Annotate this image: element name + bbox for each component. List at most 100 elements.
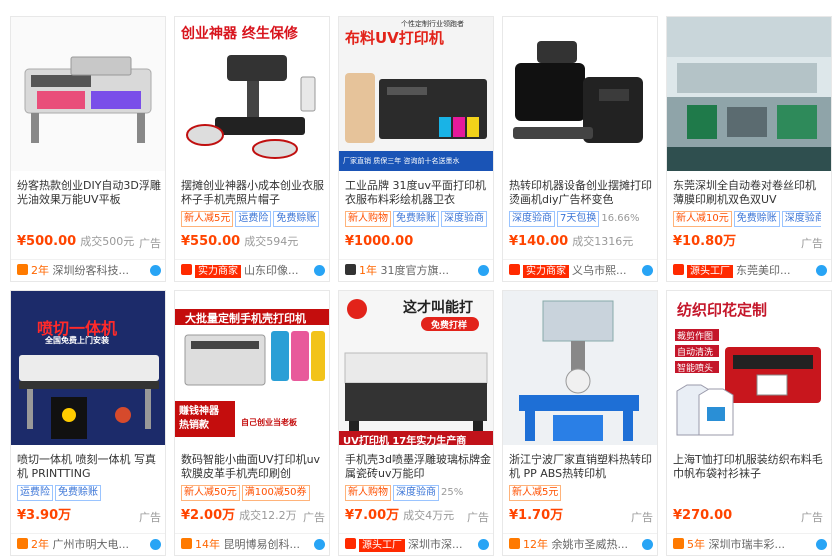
shop-row[interactable]: 5年 深圳市瑞丰彩... <box>667 533 831 555</box>
price: ¥1000.00 <box>345 234 414 249</box>
shop-row[interactable]: 1年 31度官方旗... <box>339 259 493 281</box>
product-card[interactable]: 布料UV打印机 个性定制行业领跑者 厂家直销 质保三年 咨询前十名送墨水 工业品… <box>338 16 494 282</box>
heat-press-illustration <box>186 55 316 159</box>
shop-row[interactable]: 12年 余姚市圣威热... <box>503 533 657 555</box>
shop-name[interactable]: 东莞美印... <box>736 264 791 277</box>
repeat-rate: 16.66% <box>601 213 640 224</box>
shop-row[interactable]: 实力商家 义乌市熙... <box>503 259 657 281</box>
wangwang-chat-icon[interactable] <box>816 539 827 550</box>
wangwang-chat-icon[interactable] <box>478 539 489 550</box>
repeat-rate: 25% <box>441 487 464 498</box>
product-image[interactable]: 喷切一体机 全国免费上门安装 <box>11 291 165 445</box>
shop-name[interactable]: 31度官方旗... <box>381 264 450 277</box>
shop-tag-icon <box>345 538 356 549</box>
badge-row: 运费险 免费赊账 <box>17 485 165 501</box>
product-image[interactable]: 大批量定制手机壳打印机 赚钱神器 热销款 自己创业当老板 <box>175 291 329 445</box>
price-row: ¥270.00 <box>673 507 821 523</box>
shop-row[interactable]: 实力商家 山东印像... <box>175 259 329 281</box>
product-card[interactable]: 热转印机器设备创业摆摊打印烫画机diy广告杯变色 深度验商 7天包换 16.66% … <box>502 16 658 282</box>
badge-row: 深度验商 7天包换 16.66% <box>509 211 657 227</box>
shop-name[interactable]: 义乌市熙... <box>572 264 627 277</box>
product-title[interactable]: 上海T恤打印机服装纺织布料毛巾帆布袋衬衫袜子 <box>673 453 823 483</box>
product-image[interactable]: 纺织印花定制 裁剪作图 自动清洗 智能喷头 <box>667 291 831 445</box>
product-image[interactable]: 这才叫能打 免费打样 UV打印机 17年实力生产商 <box>339 291 493 445</box>
shop-name[interactable]: 山东印像... <box>244 264 299 277</box>
shop-row[interactable]: 源头工厂 深圳市深... <box>339 533 493 555</box>
shop-name[interactable]: 深圳市深... <box>408 538 463 551</box>
price-row: ¥1000.00 <box>345 233 493 249</box>
product-image[interactable]: 布料UV打印机 个性定制行业领跑者 厂家直销 质保三年 咨询前十名送墨水 <box>339 17 493 171</box>
shop-name[interactable]: 余姚市圣威热... <box>552 538 629 551</box>
badge-row: 新人减5元 <box>509 485 657 501</box>
service-badge: 免费赊账 <box>273 211 320 227</box>
wangwang-chat-icon[interactable] <box>816 265 827 276</box>
product-title[interactable]: 工业品牌 31度uv平面打印机衣服布料彩绘机器卫衣 <box>345 179 491 209</box>
product-card[interactable]: 纷客热款创业DIY自动3D浮雕光油效果万能UV平板 ¥500.00 成交500元 … <box>10 16 166 282</box>
product-title[interactable]: 浙江宁波厂家直销塑料热转印机 PP ABS热转印机 <box>509 453 655 483</box>
service-badge: 免费赊账 <box>393 211 439 227</box>
product-title[interactable]: 数码智能小曲面UV打印机uv软膜皮革手机壳印刷创 <box>181 453 327 483</box>
product-title[interactable]: 热转印机器设备创业摆摊打印烫画机diy广告杯变色 <box>509 179 655 209</box>
price: ¥7.00万 <box>345 508 400 523</box>
price: ¥1.70万 <box>509 508 564 523</box>
promo-badge: 新人购物 <box>345 485 391 501</box>
wangwang-chat-icon[interactable] <box>642 539 653 550</box>
badge-row: 新人减50元 满100减50券 <box>181 485 329 501</box>
shop-name[interactable]: 深圳市瑞丰彩... <box>709 538 786 551</box>
shop-row[interactable]: 2年 深圳纷客科技... <box>11 259 165 281</box>
product-image[interactable]: 创业神器 终生保修 <box>175 17 329 171</box>
shop-tag: 实力商家 <box>195 265 241 278</box>
shop-name[interactable]: 昆明博易创科... <box>224 538 301 551</box>
service-badge: 免费赊账 <box>55 485 101 501</box>
product-card[interactable]: 东莞深圳全自动卷对卷丝印机薄膜印刷机双色双UV 新人减10元 免费赊账 深度验商 ¥… <box>666 16 832 282</box>
price-row: ¥10.80万 <box>673 233 821 249</box>
uv-printer-illustration <box>24 56 152 143</box>
wangwang-chat-icon[interactable] <box>150 539 161 550</box>
shop-name[interactable]: 深圳纷客科技... <box>53 264 130 277</box>
shop-year-icon <box>509 538 520 549</box>
price-row: ¥550.00 成交594元 <box>181 233 329 249</box>
wangwang-chat-icon[interactable] <box>314 265 325 276</box>
print-cut-machine-illustration <box>19 355 159 439</box>
service-badge: 深度验商 <box>509 211 555 227</box>
product-title[interactable]: 纷客热款创业DIY自动3D浮雕光油效果万能UV平板 <box>17 179 163 209</box>
service-badge: 运费险 <box>17 485 53 501</box>
product-title[interactable]: 东莞深圳全自动卷对卷丝印机薄膜印刷机双色双UV <box>673 179 823 209</box>
product-card[interactable]: 大批量定制手机壳打印机 赚钱神器 热销款 自己创业当老板 数码智能小曲面UV打印… <box>174 290 330 556</box>
shop-year: 2年 <box>31 264 49 277</box>
promo-badge: 满100减50券 <box>241 485 310 501</box>
wangwang-chat-icon[interactable] <box>642 265 653 276</box>
badge-row <box>673 485 821 501</box>
price: ¥270.00 <box>673 508 733 523</box>
product-image[interactable] <box>11 17 165 171</box>
service-badge: 深度验商 <box>441 211 487 227</box>
product-image[interactable] <box>503 291 657 445</box>
shop-row[interactable]: 源头工厂 东莞美印... <box>667 259 831 281</box>
shop-row[interactable]: 2年 广州市明大电... <box>11 533 165 555</box>
badge-row <box>17 211 165 227</box>
product-image[interactable] <box>503 17 657 171</box>
price-row: ¥140.00 成交1316元 <box>509 233 657 249</box>
product-image[interactable] <box>667 17 831 171</box>
product-title[interactable]: 手机壳3d喷墨浮雕玻璃标牌金属瓷砖uv万能印 <box>345 453 491 483</box>
wangwang-chat-icon[interactable] <box>314 539 325 550</box>
shop-tag-icon <box>181 264 192 275</box>
product-card[interactable]: 这才叫能打 免费打样 UV打印机 17年实力生产商 手机壳3d喷墨浮雕玻璃标牌金… <box>338 290 494 556</box>
product-card[interactable]: 浙江宁波厂家直销塑料热转印机 PP ABS热转印机 新人减5元 ¥1.70万 广… <box>502 290 658 556</box>
wangwang-chat-icon[interactable] <box>150 265 161 276</box>
wangwang-chat-icon[interactable] <box>478 265 489 276</box>
mug-press-illustration <box>513 41 643 143</box>
product-card[interactable]: 喷切一体机 全国免费上门安装 喷切一体机 喷刻一体机 写真机 PRINTTING… <box>10 290 166 556</box>
heat-transfer-machine-illustration <box>519 300 639 441</box>
shop-year: 14年 <box>195 538 220 551</box>
service-badge: 深度验商 <box>393 485 439 501</box>
price: ¥500.00 <box>17 234 77 249</box>
shop-name[interactable]: 广州市明大电... <box>53 538 130 551</box>
product-title[interactable]: 喷切一体机 喷刻一体机 写真机 PRINTTING <box>17 453 163 483</box>
sold-amount: 成交1316元 <box>572 235 634 248</box>
shop-row[interactable]: 14年 昆明博易创科... <box>175 533 329 555</box>
product-title[interactable]: 摆摊创业神器小成本创业衣服杯子手机壳照片帽子 <box>181 179 327 209</box>
product-card[interactable]: 纺织印花定制 裁剪作图 自动清洗 智能喷头 上海T恤打印机服装纺织布料毛巾帆布袋… <box>666 290 832 556</box>
product-card[interactable]: 创业神器 终生保修 摆摊创业神器小成本创业衣服杯子手机壳照片帽子 新人减5元 运费… <box>174 16 330 282</box>
tshirt-printer-illustration <box>676 347 821 436</box>
